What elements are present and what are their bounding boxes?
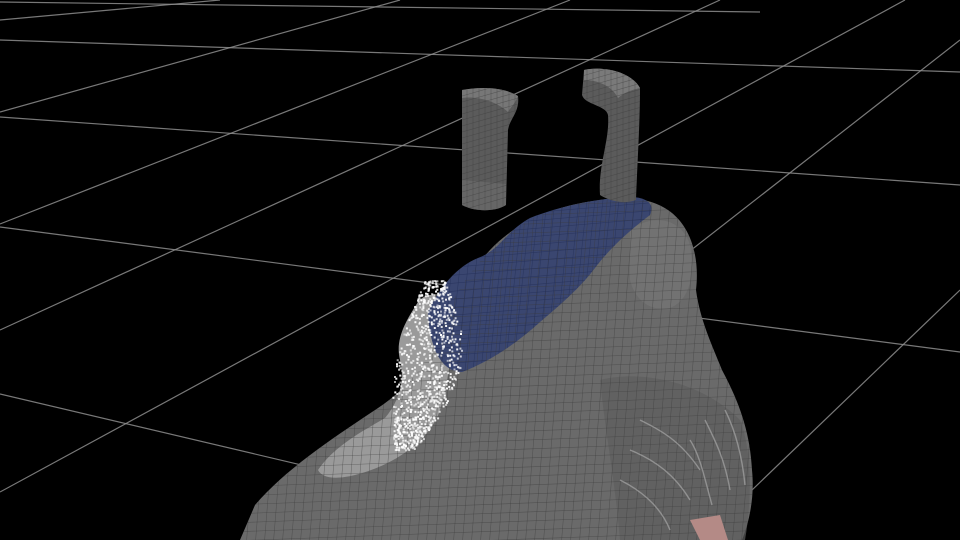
viewport-canvas[interactable]	[0, 0, 960, 540]
heel-tab-right[interactable]	[575, 40, 645, 210]
3d-viewport[interactable]	[0, 0, 960, 540]
shoe-collar	[630, 220, 692, 309]
heel-tab-left[interactable]	[455, 60, 525, 215]
shoe-mesh[interactable]	[200, 170, 770, 540]
